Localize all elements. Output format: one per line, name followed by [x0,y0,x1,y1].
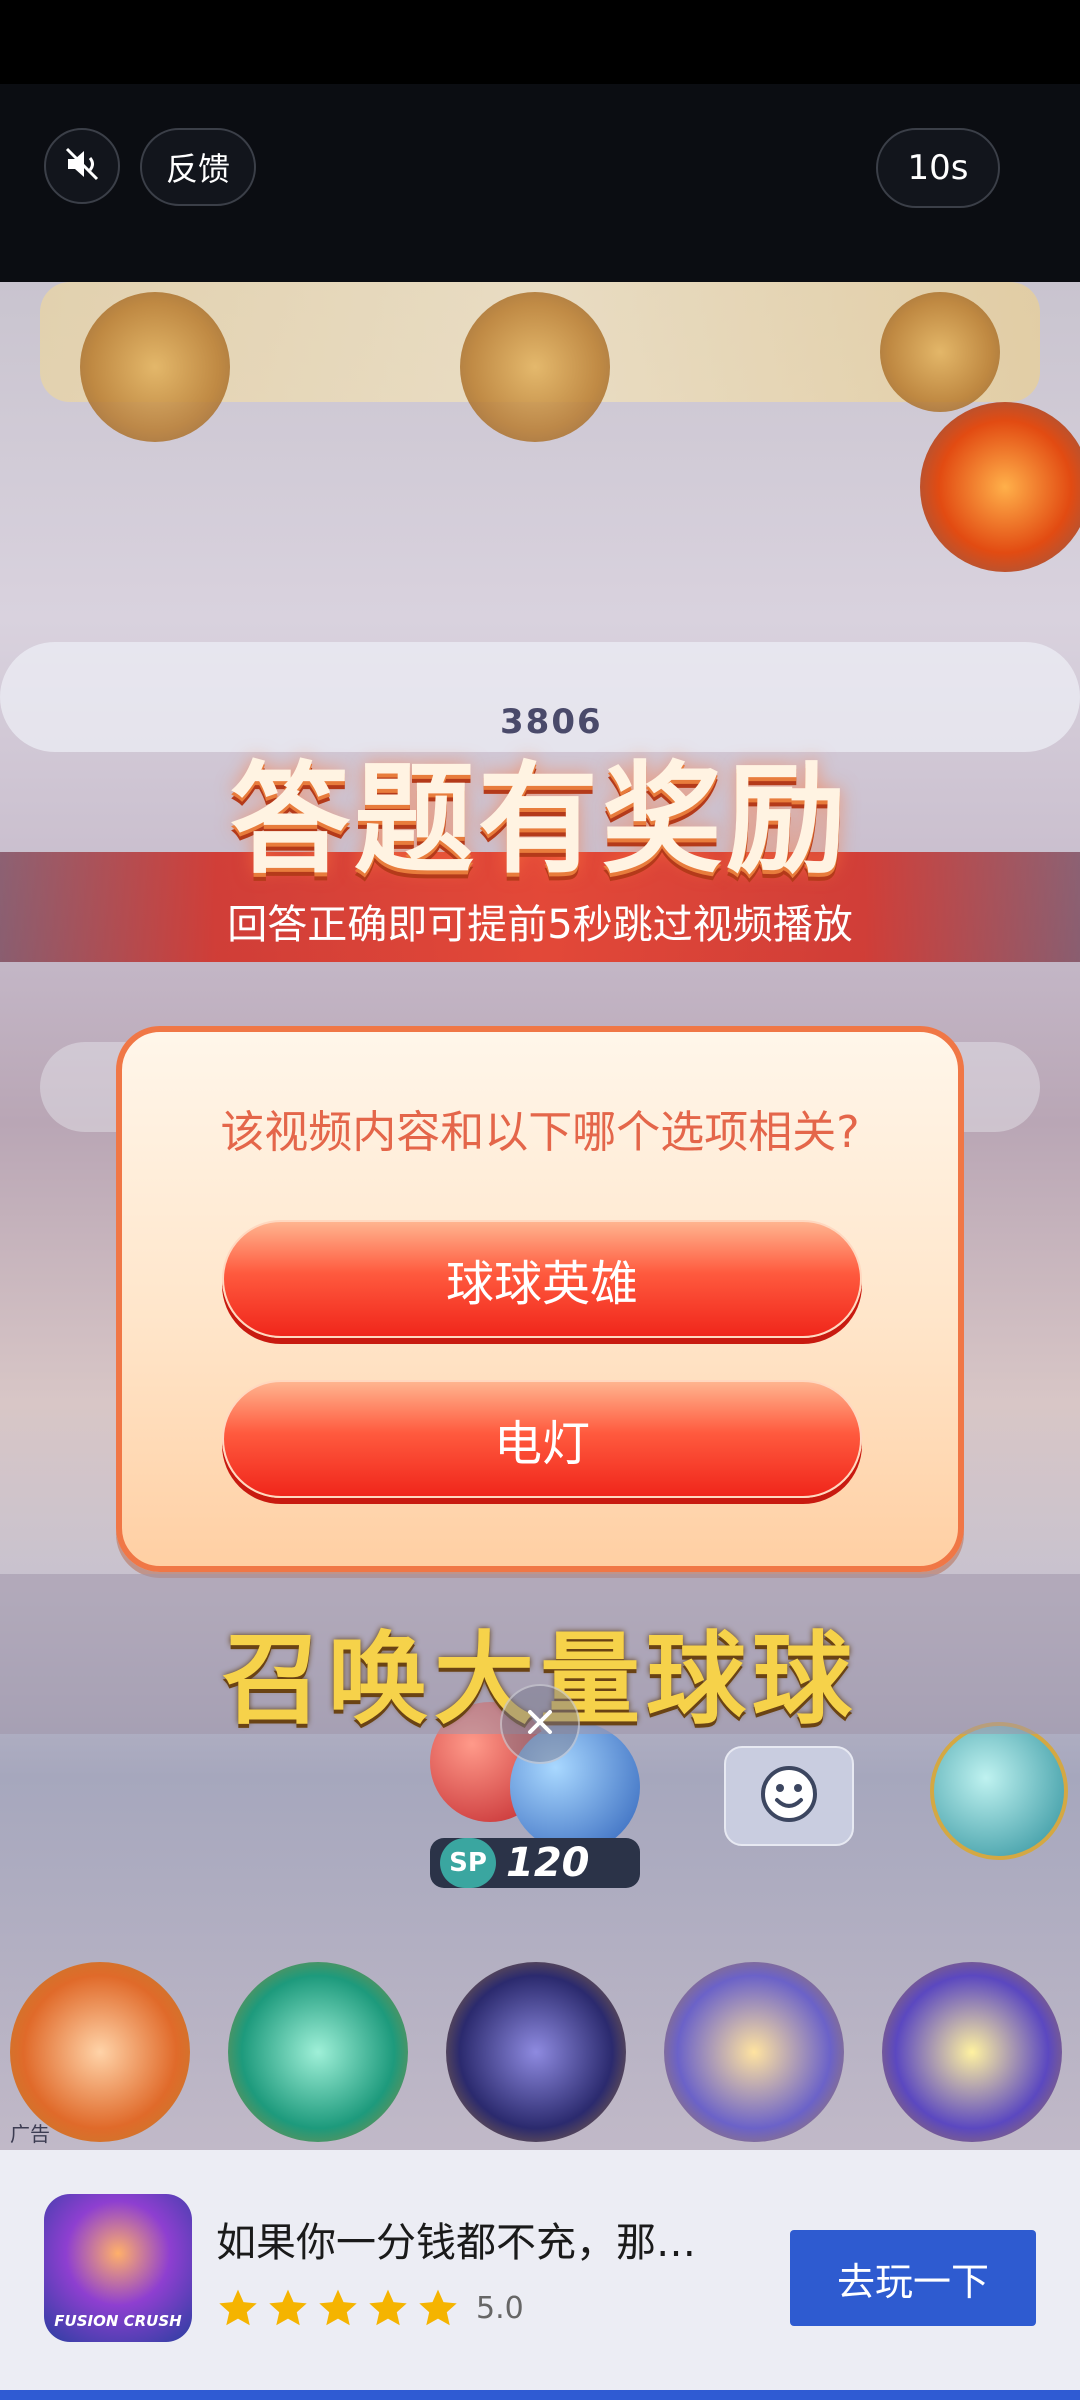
close-icon [522,1704,558,1744]
sp-counter: SP 120 [430,1838,640,1888]
ad-title: 如果你一分钱都不充，那… [216,2220,696,2266]
answer-option-2[interactable]: 电灯 [222,1380,862,1498]
medal-ring [880,292,1000,412]
feedback-button[interactable]: 反馈 [140,128,256,206]
rating-value: 5.0 [476,2290,524,2326]
countdown-timer: 10s [876,128,1000,208]
quiz-subline: 回答正确即可提前5秒跳过视频播放 [227,902,853,948]
skill-orb [446,1962,626,2142]
star-icon [369,2289,407,2326]
sp-badge: SP [440,1838,496,1888]
answer-option-1[interactable]: 球球英雄 [222,1220,862,1338]
skill-orb [664,1962,844,2142]
rating-stars: 5.0 [216,2286,524,2330]
star-icon [219,2289,257,2326]
app-icon[interactable]: FUSION CRUSH [44,2194,192,2342]
status-bar [0,0,1080,84]
app-icon-text: FUSION CRUSH [54,2312,182,2330]
ad-label: 广告 [10,2122,50,2146]
sp-value: 120 [506,1840,590,1886]
mute-button[interactable] [44,128,120,204]
skill-orb [228,1962,408,2142]
close-button[interactable] [500,1684,580,1764]
muted-speaker-icon [62,144,102,188]
quiz-headline: 答题有奖励 [230,749,850,890]
smiley-icon [757,1762,821,1830]
star-icon [419,2289,457,2326]
star-icon [319,2289,357,2326]
quiz-question: 该视频内容和以下哪个选项相关? [220,1107,860,1158]
emoji-button [724,1746,854,1846]
star-icon [269,2289,307,2326]
play-now-button[interactable]: 去玩一下 [790,2230,1036,2326]
bottom-accent-line [0,2390,1080,2400]
skill-orb [10,1962,190,2142]
medal-ring [460,292,610,442]
skill-orb [882,1962,1062,2142]
quiz-card: 该视频内容和以下哪个选项相关? 球球英雄 电灯 [116,1026,964,1572]
medal-ring [80,292,230,442]
explosion-effect [920,402,1080,572]
